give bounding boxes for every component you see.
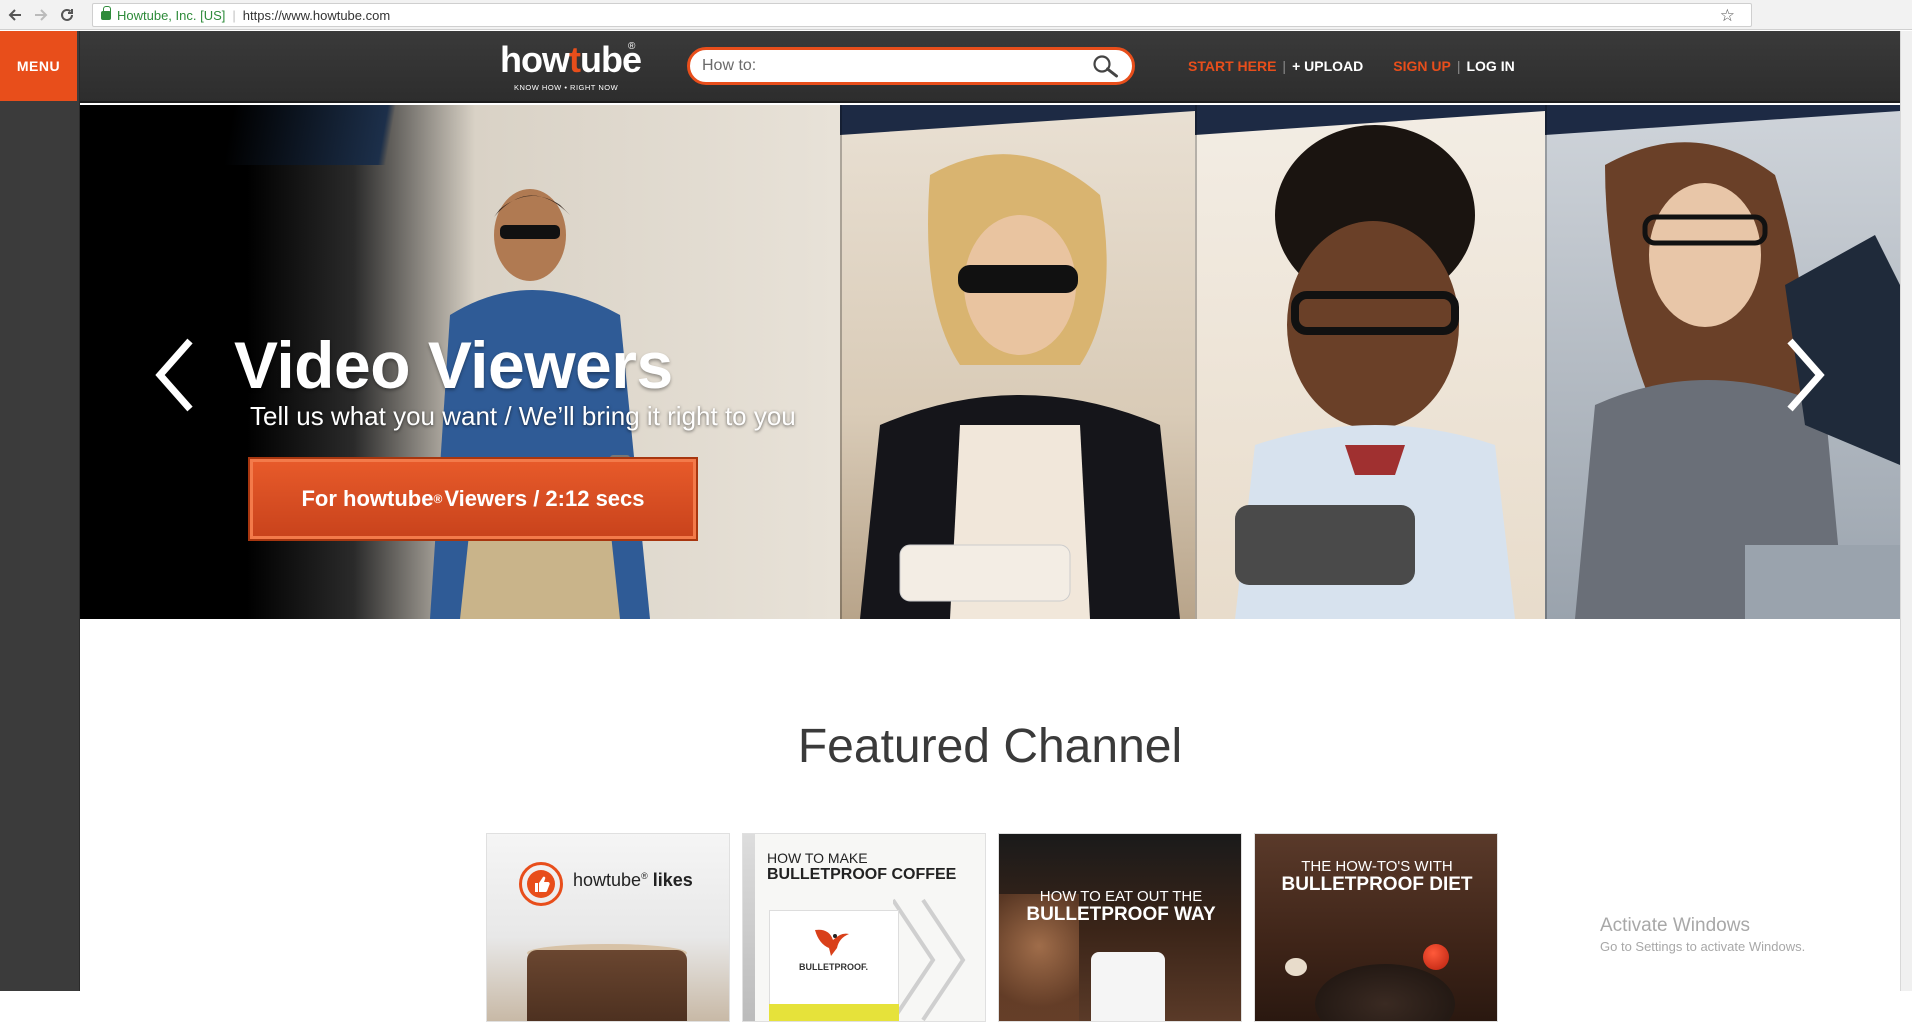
card-edge <box>743 834 755 1021</box>
bag-label: BULLETPROOF. <box>799 962 868 972</box>
man-phone-photo <box>1235 125 1515 619</box>
panel-divider <box>840 105 842 619</box>
start-here-link[interactable]: START HERE <box>1188 58 1276 74</box>
bird-logo-icon <box>815 929 849 956</box>
nav-divider: | <box>1282 58 1287 74</box>
likes-label: howtube® likes <box>573 870 693 890</box>
card-line1: HOW TO EAT OUT THE <box>1039 888 1203 905</box>
page: MENU howtube ® KNOW HOW • RIGHT NOW STAR… <box>0 31 1912 1022</box>
upload-link[interactable]: + UPLOAD <box>1292 58 1363 74</box>
hero-video-button[interactable]: For howtube ® Viewers / 2:12 secs <box>250 459 696 539</box>
activate-windows-watermark: Activate Windows Go to Settings to activ… <box>1600 915 1805 954</box>
garlic <box>1285 958 1307 976</box>
security-label: Howtube, Inc. [US] <box>117 7 226 23</box>
tomato <box>1423 944 1449 970</box>
search-input[interactable] <box>702 53 1072 79</box>
left-sidebar: MENU <box>0 31 80 991</box>
woman-laptop-photo <box>1575 142 1900 619</box>
thumbs-up-icon <box>519 862 563 906</box>
panel-divider <box>1545 105 1547 619</box>
scrollbar[interactable] <box>1900 31 1912 991</box>
search-box <box>687 47 1135 85</box>
header-nav: START HERE | + UPLOAD SIGN UP | LOG IN <box>1188 58 1515 74</box>
card-line2: BULLETPROOF COFFEE <box>767 866 957 883</box>
address-separator: | <box>232 7 236 23</box>
card-eat-out-bulletproof[interactable]: HOW TO EAT OUT THE BULLETPROOF WAY <box>998 833 1242 1022</box>
howtube-logo[interactable]: howtube ® KNOW HOW • RIGHT NOW <box>500 39 642 95</box>
activate-subtitle: Go to Settings to activate Windows. <box>1600 939 1806 954</box>
chevron-left-icon[interactable] <box>150 335 200 415</box>
cta-prefix: For howtube <box>301 486 434 511</box>
hero-panel-woman-laptop <box>1545 105 1900 619</box>
sign-up-link[interactable]: SIGN UP <box>1393 58 1451 74</box>
nav-divider: | <box>1456 58 1461 74</box>
logo-registered-mark: ® <box>628 41 636 52</box>
featured-channel-title: Featured Channel <box>797 720 1183 773</box>
panel-divider <box>1195 105 1197 619</box>
hero-title: Video Viewers <box>234 328 673 402</box>
cta-suffix: Viewers / 2:12 secs <box>444 486 645 511</box>
site-header: howtube ® KNOW HOW • RIGHT NOW START HER… <box>80 31 1900 103</box>
coffee-cup <box>527 950 687 1021</box>
food-plate <box>1315 964 1455 1021</box>
log-in-link[interactable]: LOG IN <box>1466 58 1514 74</box>
zigzag-graphic <box>893 898 966 1021</box>
activate-title: Activate Windows <box>1600 915 1750 936</box>
lock-icon <box>101 5 111 20</box>
card-line2: BULLETPROOF WAY <box>1026 904 1216 925</box>
address-bar[interactable]: Howtube, Inc. [US] | https://www.howtube… <box>92 3 1752 27</box>
forward-arrow-icon[interactable] <box>30 4 52 26</box>
menu-button[interactable]: MENU <box>0 31 77 101</box>
hero-skew-band <box>80 105 840 165</box>
reload-icon[interactable] <box>56 4 78 26</box>
card-bulletproof-coffee[interactable]: HOW TO MAKE BULLETPROOF COFFEE BULLETPRO… <box>742 833 986 1022</box>
card-bulletproof-diet[interactable]: THE HOW-TO'S WITH BULLETPROOF DIET <box>1254 833 1498 1022</box>
card-howtube-likes[interactable]: howtube® likes <box>486 833 730 1022</box>
hero-panel-woman-tablet <box>840 105 1195 619</box>
back-arrow-icon[interactable] <box>4 4 26 26</box>
browser-toolbar: Howtube, Inc. [US] | https://www.howtube… <box>0 0 1912 30</box>
chevron-right-icon[interactable] <box>1780 335 1830 415</box>
url-text[interactable]: https://www.howtube.com <box>243 8 390 23</box>
logo-wordmark: howtube <box>500 39 642 80</box>
hero-subtitle: Tell us what you want / We’ll bring it r… <box>250 401 796 431</box>
woman-tablet-photo <box>860 154 1180 619</box>
logo-tagline: KNOW HOW • RIGHT NOW <box>514 83 619 92</box>
supplement-bottle <box>1091 952 1165 1021</box>
thumbs-up-badge <box>527 870 555 898</box>
hero-slider: Video Viewers Tell us what you want / We… <box>80 105 1900 619</box>
bag-stripe <box>769 1004 899 1021</box>
card-line2: BULLETPROOF DIET <box>1281 874 1473 895</box>
hero-panel-man-phone <box>1195 105 1545 619</box>
star-icon[interactable]: ☆ <box>1720 6 1735 26</box>
search-icon[interactable] <box>1092 55 1120 79</box>
card-line1: THE HOW-TO'S WITH <box>1301 858 1453 875</box>
card-line1: HOW TO MAKE <box>767 850 868 866</box>
cta-registered-mark: ® <box>433 492 443 506</box>
featured-cards: howtube® likes HOW TO MAKE BULLETPROOF C… <box>486 833 1498 1022</box>
